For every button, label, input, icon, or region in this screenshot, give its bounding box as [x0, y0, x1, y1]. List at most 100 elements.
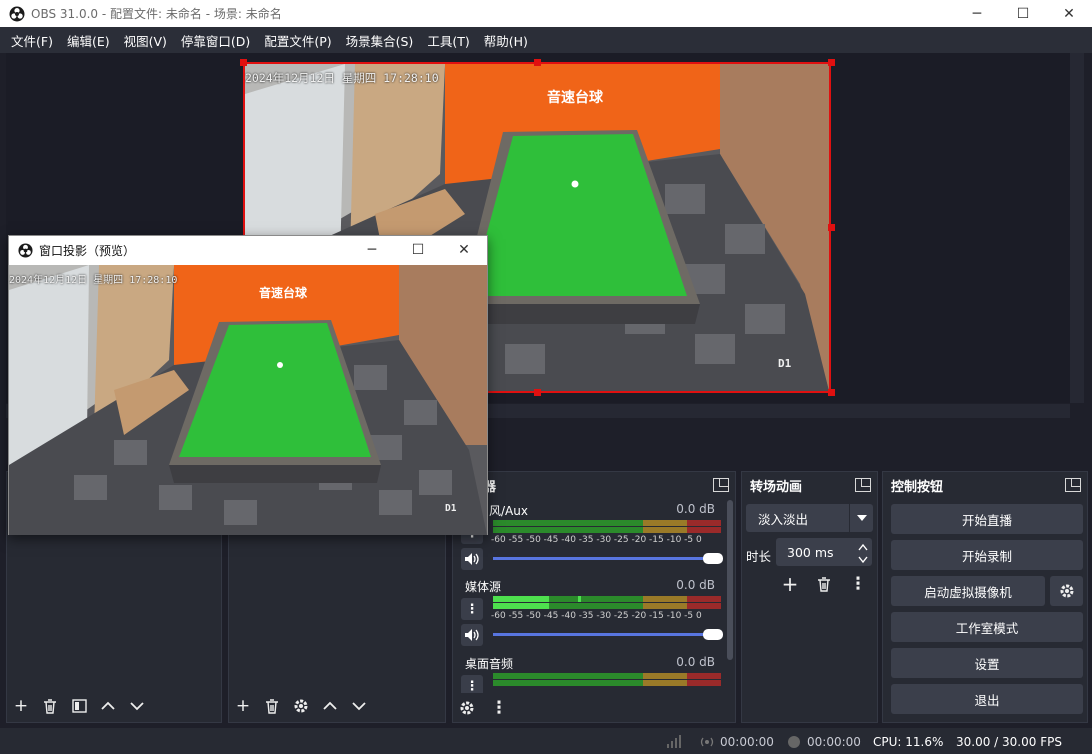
- menu-tools[interactable]: 工具(T): [420, 31, 476, 50]
- menu-help[interactable]: 帮助(H): [477, 31, 535, 50]
- advanced-audio-button[interactable]: [455, 696, 479, 720]
- mute-toggle[interactable]: [461, 624, 483, 646]
- preview-vertical-scrollbar[interactable]: [1070, 53, 1084, 403]
- venue-sign: 音速台球: [259, 285, 308, 300]
- mixer-scrollbar[interactable]: [727, 500, 733, 660]
- volume-meter: [493, 673, 721, 687]
- minimize-button[interactable]: ─: [954, 0, 1000, 27]
- record-icon: [788, 736, 800, 748]
- audio-mixer-header: 器: [453, 472, 735, 498]
- start-virtual-camera-button[interactable]: 启动虚拟摄像机: [891, 576, 1045, 606]
- resize-handle-tm[interactable]: [534, 59, 541, 66]
- resize-handle-mr[interactable]: [828, 224, 835, 231]
- start-streaming-button[interactable]: 开始直播: [891, 504, 1083, 534]
- camera-id-label: D1: [778, 357, 792, 370]
- transitions-header: 转场动画: [742, 472, 877, 498]
- menu-file[interactable]: 文件(F): [4, 31, 60, 50]
- source-properties-button[interactable]: [289, 694, 313, 718]
- gear-icon: [460, 701, 474, 715]
- volume-slider[interactable]: [493, 633, 719, 636]
- record-status: 00:00:00: [787, 735, 861, 749]
- add-source-button[interactable]: +: [231, 694, 255, 718]
- duration-spinbox[interactable]: 300 ms: [776, 538, 872, 566]
- filter-icon: [71, 699, 87, 713]
- projector-window[interactable]: 窗口投影（预览） ─ ☐ ✕ 音速台球 2024年12月12日 星期四 17:2…: [8, 235, 488, 535]
- channel-name: 风/Aux: [489, 504, 528, 518]
- menu-profile[interactable]: 配置文件(P): [257, 31, 338, 50]
- undock-icon[interactable]: [1065, 478, 1081, 492]
- volume-slider[interactable]: [493, 557, 719, 560]
- resize-handle-br[interactable]: [828, 389, 835, 396]
- transition-select[interactable]: 淡入淡出: [746, 504, 873, 532]
- move-scene-up-button[interactable]: [96, 694, 120, 718]
- spin-down-icon[interactable]: [858, 553, 868, 567]
- resize-handle-tr[interactable]: [828, 59, 835, 66]
- gear-icon: [1060, 584, 1073, 598]
- menu-scene-collection[interactable]: 场景集合(S): [339, 31, 421, 50]
- duration-value: 300 ms: [787, 545, 834, 560]
- move-source-up-button[interactable]: [318, 694, 342, 718]
- virtual-camera-settings-button[interactable]: [1050, 576, 1083, 606]
- channel-db: 0.0 dB: [676, 578, 715, 592]
- mute-toggle[interactable]: [461, 548, 483, 570]
- controls-dock: 控制按钮 开始直播 开始录制 启动虚拟摄像机 工作室模式 设置 退出: [882, 471, 1088, 723]
- start-recording-button[interactable]: 开始录制: [891, 540, 1083, 570]
- spin-up-icon[interactable]: [858, 540, 868, 554]
- transitions-dock: 转场动画 淡入淡出 时长 300 ms + ⋮: [741, 471, 878, 723]
- mixer-menu-button[interactable]: ⋮: [487, 696, 511, 720]
- projector-feed: 音速台球 2024年12月12日 星期四 17:28:10 D1: [9, 265, 487, 535]
- gear-icon: [294, 699, 308, 713]
- transition-menu-button[interactable]: ⋮: [846, 572, 870, 596]
- mixer-channel: 桌面音频 0.0 dB ⋮: [459, 653, 725, 693]
- studio-mode-button[interactable]: 工作室模式: [891, 612, 1083, 642]
- channel-menu-button[interactable]: ⋮: [461, 598, 483, 620]
- remove-transition-button[interactable]: [812, 572, 836, 596]
- remove-scene-button[interactable]: [38, 694, 62, 718]
- projector-title: 窗口投影（预览）: [39, 243, 136, 258]
- volume-slider-knob[interactable]: [703, 629, 723, 640]
- chevron-down-icon: [130, 702, 144, 711]
- resize-handle-tl[interactable]: [240, 59, 247, 66]
- network-signal-icon: [666, 734, 682, 751]
- menu-view[interactable]: 视图(V): [117, 31, 174, 50]
- projector-camera-id: D1: [445, 503, 457, 514]
- mixer-channel: 媒体源 0.0 dB -60 -55 -50 -45 -40 -35 -30 -…: [459, 576, 725, 652]
- menu-edit[interactable]: 编辑(E): [60, 31, 117, 50]
- add-scene-button[interactable]: +: [9, 694, 33, 718]
- dropdown-arrow-icon: [849, 504, 873, 532]
- projector-timestamp: 2024年12月12日 星期四 17:28:10: [9, 275, 178, 286]
- exit-button[interactable]: 退出: [891, 684, 1083, 714]
- menu-bar: 文件(F) 编辑(E) 视图(V) 停靠窗口(D) 配置文件(P) 场景集合(S…: [0, 27, 1092, 53]
- projector-close-button[interactable]: ✕: [441, 236, 487, 264]
- channel-menu-button[interactable]: ⋮: [461, 675, 483, 693]
- move-source-down-button[interactable]: [347, 694, 371, 718]
- undock-icon[interactable]: [713, 478, 729, 492]
- trash-icon: [44, 698, 56, 714]
- trash-icon: [818, 576, 830, 592]
- speaker-icon: [465, 553, 479, 565]
- settings-button[interactable]: 设置: [891, 648, 1083, 678]
- meter-scale: -60 -55 -50 -45 -40 -35 -30 -25 -20 -15 …: [491, 611, 702, 621]
- fps-readout: 30.00 / 30.00 FPS: [956, 735, 1062, 749]
- mixer-channel: 风/Aux 0.0 dB -60 -55 -50 -45 -40 -35 -30…: [459, 500, 725, 576]
- scene-filters-button[interactable]: [67, 694, 91, 718]
- duration-label: 时长: [746, 549, 772, 564]
- undock-icon[interactable]: [855, 478, 871, 492]
- chevron-up-icon: [101, 701, 115, 710]
- projector-minimize-button[interactable]: ─: [349, 236, 395, 264]
- close-button[interactable]: ✕: [1046, 0, 1092, 27]
- obs-logo-icon: [18, 242, 33, 258]
- maximize-button[interactable]: ☐: [1000, 0, 1046, 27]
- volume-meter: [493, 596, 721, 610]
- add-transition-button[interactable]: +: [778, 572, 802, 596]
- projector-maximize-button[interactable]: ☐: [395, 236, 441, 264]
- controls-header: 控制按钮: [883, 472, 1087, 498]
- projector-title-bar[interactable]: 窗口投影（预览） ─ ☐ ✕: [9, 236, 487, 264]
- controls-title: 控制按钮: [891, 479, 944, 495]
- remove-source-button[interactable]: [260, 694, 284, 718]
- venue-sign: 音速台球: [547, 89, 604, 106]
- resize-handle-bm[interactable]: [534, 389, 541, 396]
- move-scene-down-button[interactable]: [125, 694, 149, 718]
- menu-docks[interactable]: 停靠窗口(D): [174, 31, 257, 50]
- volume-slider-knob[interactable]: [703, 553, 723, 564]
